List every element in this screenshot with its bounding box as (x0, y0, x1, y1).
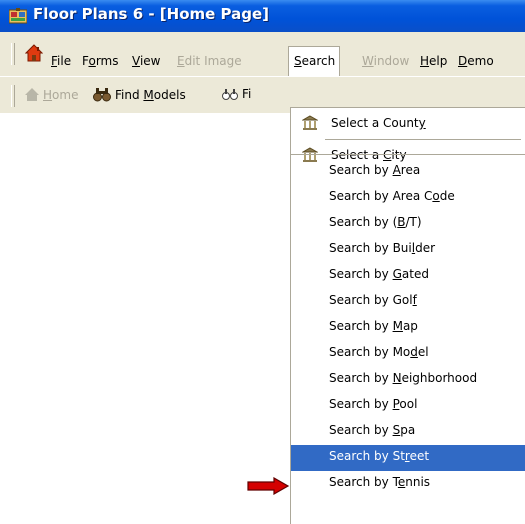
menu-search-mnemonic: S (294, 54, 302, 68)
menu-demo-rest: emo (467, 54, 494, 68)
menu-help-rest: elp (429, 54, 448, 68)
pointer-arrow-icon (247, 477, 290, 495)
home-button[interactable]: Home (24, 87, 78, 102)
menu-item-model[interactable]: Search by Model (291, 341, 525, 367)
find-models-label-b: odels (153, 88, 186, 102)
home-disabled-icon (25, 88, 39, 101)
menu-view[interactable]: View (132, 54, 160, 68)
menu-item-builder[interactable]: Search by Builder (291, 237, 525, 263)
menu-item-map[interactable]: Search by Map (291, 315, 525, 341)
menu-separator-full (291, 154, 525, 155)
menu-view-rest: iew (139, 54, 161, 68)
menu-item-gated[interactable]: Search by Gated (291, 263, 525, 289)
menu-item-spa[interactable]: Search by Spa (291, 419, 525, 445)
menu-help[interactable]: Help (420, 54, 447, 68)
menu-item-select-county[interactable]: Select a County (291, 108, 525, 138)
menu-item-golf[interactable]: Search by Golf (291, 289, 525, 315)
menu-file-label: ile (57, 54, 72, 68)
search-menu-dropdown: Select a County Select a City Search by … (290, 107, 525, 524)
menu-forms[interactable]: Forms (82, 54, 119, 68)
menu-edit-image[interactable]: Edit Image (177, 54, 242, 68)
find-models-mnemonic: M (143, 88, 154, 102)
menu-demo-mnemonic: D (458, 54, 468, 68)
menu-bar: File Forms View Edit Image Search Window… (0, 32, 525, 76)
menu-item-area-code[interactable]: Search by Area Code (291, 185, 525, 211)
find-models-label-a: Find (115, 88, 144, 102)
map-label: Search by Map (329, 319, 418, 333)
find-truncated-label: Fi (242, 87, 252, 101)
menu-item-bt[interactable]: Search by (B/T) (291, 211, 525, 237)
toolbar-grip[interactable] (11, 85, 15, 107)
menu-item-area[interactable]: Search by Area (291, 159, 525, 185)
menu-edit-image-mnemonic: E (177, 54, 185, 68)
home-icon (25, 44, 43, 62)
menu-edit-image-rest: dit Image (184, 54, 242, 68)
courthouse-icon (302, 115, 318, 130)
neighborhood-label: Search by Neighborhood (329, 371, 478, 385)
menu-forms-rest: rms (95, 54, 119, 68)
find-button-truncated[interactable]: Fi (222, 87, 251, 101)
menu-file[interactable]: File (51, 54, 71, 68)
menu-search-rest: earch (301, 54, 336, 68)
menu-window[interactable]: Window (362, 54, 409, 68)
binoculars-icon (93, 88, 111, 102)
menu-item-neighborhood[interactable]: Search by Neighborhood (291, 367, 525, 393)
menu-window-rest: indow (373, 54, 410, 68)
menu-item-street[interactable]: Search by Street (291, 445, 525, 471)
street-label: Search by Street (329, 449, 430, 463)
area-label: Search by Area (329, 163, 421, 177)
app-icon (9, 8, 27, 24)
title-bar: Floor Plans 6 - [Home Page] (0, 0, 525, 32)
gated-label: Search by Gated (329, 267, 429, 281)
menu-item-tennis[interactable]: Search by Tennis (291, 471, 525, 497)
find-models-button[interactable]: Find Models (93, 87, 186, 102)
menu-view-mnemonic: V (132, 54, 140, 68)
menubar-grip[interactable] (11, 43, 15, 65)
menu-demo[interactable]: Demo (458, 54, 494, 68)
menu-item-pool[interactable]: Search by Pool (291, 393, 525, 419)
golf-label: Search by Golf (329, 293, 417, 307)
binoculars-small-icon (222, 89, 238, 100)
spa-label: Search by Spa (329, 423, 416, 437)
model-label: Search by Model (329, 345, 429, 359)
area-code-label: Search by Area Code (329, 189, 455, 203)
home-label-rest: ome (52, 88, 79, 102)
tennis-label: Search by Tennis (329, 475, 431, 489)
pool-label: Search by Pool (329, 397, 418, 411)
menu-search[interactable]: Search (288, 46, 341, 76)
builder-label: Search by Builder (329, 241, 436, 255)
window-title: Floor Plans 6 - [Home Page] (33, 5, 270, 23)
menu-forms-mnemonic: o (88, 54, 96, 68)
menu-help-mnemonic: H (420, 54, 430, 68)
bt-label: Search by (B/T) (329, 215, 422, 229)
menu-window-mnemonic: W (362, 54, 374, 68)
select-county-label: Select a County (331, 116, 426, 130)
home-mnemonic: H (43, 88, 53, 102)
